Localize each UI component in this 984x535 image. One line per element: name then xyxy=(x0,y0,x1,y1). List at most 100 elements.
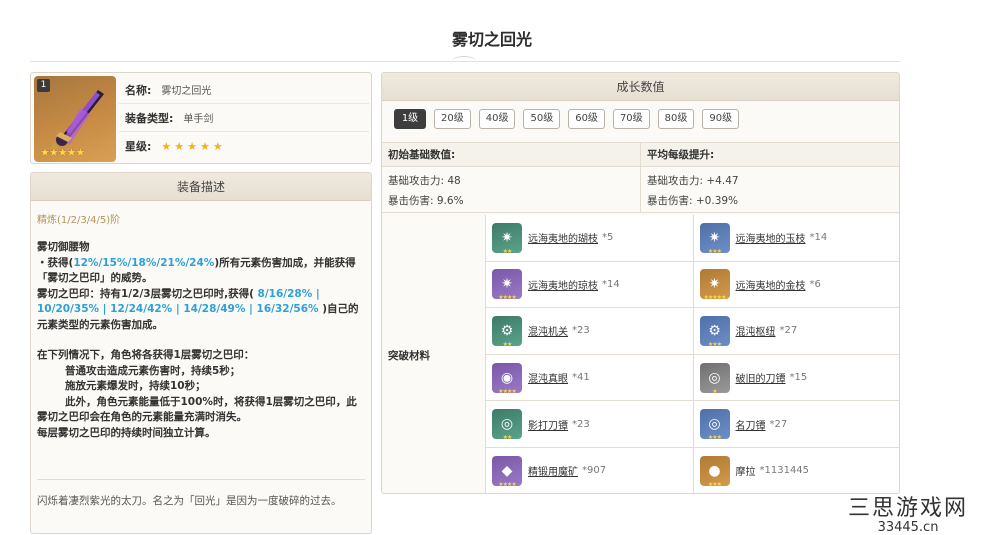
level-tab-40[interactable]: 40级 xyxy=(478,109,516,129)
passive-line-1: ・获得(12%/15%/18%/21%/24%)所有元素伤害加成，并能获得「雾切… xyxy=(37,256,365,287)
jeweled-branch-icon: ✷ ★★★★ xyxy=(492,269,522,301)
material-count: *15 xyxy=(789,372,808,384)
material-item[interactable]: ✷ ★★ 远海夷地的瑚枝 *5 xyxy=(486,215,694,262)
level-tab-50[interactable]: 50级 xyxy=(523,109,561,129)
material-name: 摩拉 xyxy=(735,467,756,479)
material-item[interactable]: ◎ ★ 破旧的刀镡 *15 xyxy=(693,354,899,402)
line1-highlight: 12%/15%/18%/21%/24% xyxy=(73,256,215,269)
golden-branch-icon: ✷ ★★★★★ xyxy=(699,269,730,301)
level-tab-70[interactable]: 70级 xyxy=(612,109,650,129)
passive-description: 雾切御腰物 ・获得(12%/15%/18%/21%/24%)所有元素伤害加成，并… xyxy=(31,226,371,441)
material-name[interactable]: 破旧的刀镡 xyxy=(736,370,786,385)
watermark-name: 三思游戏网 xyxy=(847,496,968,521)
sword-icon xyxy=(50,90,104,150)
material-count: *5 xyxy=(602,232,614,244)
passive-name: 雾切御腰物 xyxy=(37,241,90,253)
material-name[interactable]: 混沌机关 xyxy=(528,323,568,338)
weapon-rarity-stars: ★★★★★ xyxy=(40,146,85,159)
material-name[interactable]: 混沌真眼 xyxy=(528,370,568,385)
level-tab-1[interactable]: 1级 xyxy=(394,109,426,129)
name-value: 雾切之回光 xyxy=(161,86,212,97)
ascension-materials: 突破材料 ✷ ★★ 远海夷地的瑚枝 *5 ✷ ★★★ 远海夷地的玉枝 *14 ✷ ★★★★ 远海… xyxy=(382,215,899,493)
level-tab-90[interactable]: 90级 xyxy=(702,109,740,129)
lore-divider xyxy=(37,479,365,480)
lore-text: 闪烁着凄烈紫光的太刀。名之为「回光」是因为一度破碎的过去。 xyxy=(37,495,342,507)
base-stats-heading: 初始基础数值: xyxy=(382,143,641,166)
material-name[interactable]: 混沌枢纽 xyxy=(736,323,776,338)
watermark: 三思游戏网 33445.cn xyxy=(838,490,978,535)
level-tabs: 1级 20级 40级 50级 60级 70级 80级 90级 xyxy=(382,101,899,143)
material-name[interactable]: 名刀镡 xyxy=(736,417,766,432)
famed-handguard-icon: ◎ ★★★ xyxy=(699,409,730,441)
name-row: 名称: 雾切之回光 xyxy=(119,76,369,104)
material-name[interactable]: 影打刀镡 xyxy=(528,417,568,432)
material-count: *14 xyxy=(602,278,620,290)
line1-prefix: ・获得( xyxy=(37,256,74,269)
material-name[interactable]: 精锻用魔矿 xyxy=(528,463,578,478)
page-title: 雾切之回光 xyxy=(451,30,532,49)
material-count: *1131445 xyxy=(759,465,810,477)
description-header: 装备描述 xyxy=(31,173,371,201)
growth-panel: 成长数值 1级 20级 40级 50级 60级 70级 80级 90级 初始基础… xyxy=(381,72,900,494)
material-name[interactable]: 远海夷地的玉枝 xyxy=(736,230,806,245)
jade-branch-icon: ✷ ★★★ xyxy=(699,222,730,255)
level-tab-80[interactable]: 80级 xyxy=(657,109,695,129)
material-count: *27 xyxy=(779,325,798,337)
name-key: 名称: xyxy=(125,83,152,97)
rarity-key: 星级: xyxy=(125,140,152,153)
materials-grid: ✷ ★★ 远海夷地的瑚枝 *5 ✷ ★★★ 远海夷地的玉枝 *14 ✷ ★★★★ 远海夷地的琼枝… xyxy=(486,215,899,493)
description-panel: 装备描述 精炼(1/2/3/4/5)阶 雾切御腰物 ・获得(12%/15%/18… xyxy=(30,172,372,534)
avg-atk: 基础攻击力: +4.47 xyxy=(647,175,739,187)
chaos-core-icon: ◉ ★★★★ xyxy=(492,362,522,395)
material-item[interactable]: ✷ ★★★★ 远海夷地的琼枝 *14 xyxy=(486,261,694,309)
material-item[interactable]: ⚙ ★★★ 混沌枢纽 *27 xyxy=(693,308,899,355)
title-ornament xyxy=(452,56,476,66)
material-item[interactable]: ✷ ★★★ 远海夷地的玉枝 *14 xyxy=(693,215,899,262)
base-stats: 基础攻击力: 48 暴击伤害: 9.6% xyxy=(382,167,641,212)
stat-values-row: 基础攻击力: 48 暴击伤害: 9.6% 基础攻击力: +4.47 暴击伤害: … xyxy=(382,167,899,213)
material-item[interactable]: ◆ ★★★★ 精锻用魔矿 *907 xyxy=(486,447,694,493)
weapon-image: 1 ★★★★★ xyxy=(34,76,116,162)
material-name[interactable]: 远海夷地的瑚枝 xyxy=(528,230,598,245)
passive-line-5: 施放元素爆发时，持续10秒； xyxy=(65,380,206,392)
avg-growth: 基础攻击力: +4.47 暴击伤害: +0.39% xyxy=(641,167,899,212)
passive-line-4: 普通攻击造成元素伤害时，持续5秒； xyxy=(65,364,241,377)
material-item[interactable]: ⚙ ★★ 混沌机关 *23 xyxy=(486,308,694,355)
kageuchi-handguard-icon: ◎ ★★ xyxy=(492,409,522,441)
avg-crit-dmg: 暴击伤害: +0.39% xyxy=(647,195,739,207)
passive-line-7: 每层雾切之巴印的持续时间独立计算。 xyxy=(37,426,216,439)
material-item[interactable]: ◎ ★★★ 名刀镡 *27 xyxy=(693,401,899,448)
rarity-row: 星级: ★★★★★ xyxy=(119,132,369,160)
material-item[interactable]: ● ★★★ 摩拉 *1131445 xyxy=(693,447,899,493)
passive-line-2: 雾切之巴印：持有1/2/3层雾切之巴印时,获得( 8/16/28% | 10/2… xyxy=(37,287,365,334)
line2-prefix: 雾切之巴印：持有1/2/3层雾切之巴印时,获得( xyxy=(37,287,258,300)
level-tab-20[interactable]: 20级 xyxy=(434,109,471,129)
watermark-url: 33445.cn xyxy=(877,520,939,535)
mora-coin-icon: ● ★★★ xyxy=(699,455,730,488)
type-value: 单手剑 xyxy=(183,114,214,125)
stat-header-row: 初始基础数值: 平均每级提升: xyxy=(382,143,899,167)
material-item[interactable]: ◎ ★★ 影打刀镡 *23 xyxy=(486,401,694,448)
coral-branch-icon: ✷ ★★ xyxy=(492,222,522,255)
growth-header: 成长数值 xyxy=(382,73,899,101)
material-count: *27 xyxy=(769,418,788,430)
material-item[interactable]: ◉ ★★★★ 混沌真眼 *41 xyxy=(486,354,694,402)
material-item[interactable]: ✷ ★★★★★ 远海夷地的金枝 *6 xyxy=(693,261,899,309)
level-tab-60[interactable]: 60级 xyxy=(568,109,605,129)
base-atk: 基础攻击力: 48 xyxy=(388,175,461,187)
type-key: 装备类型: xyxy=(125,111,174,125)
weapon-info-card: 1 ★★★★★ 名称: 雾切之回光 装备类型: 单手剑 星级: ★★★★★ xyxy=(30,72,372,164)
material-count: *23 xyxy=(572,418,590,430)
material-count: *6 xyxy=(809,278,821,290)
type-row: 装备类型: 单手剑 xyxy=(119,104,369,132)
old-handguard-icon: ◎ ★ xyxy=(699,362,730,395)
material-count: *14 xyxy=(809,232,828,244)
material-name[interactable]: 远海夷地的金枝 xyxy=(736,277,806,292)
material-count: *907 xyxy=(582,465,607,477)
rarity-stars: ★★★★★ xyxy=(161,139,226,153)
passive-line-3: 在下列情况下，角色将各获得1层雾切之巴印： xyxy=(37,349,255,361)
passive-line-6: 此外，角色元素能量低于100%时，将获得1层雾切之巴印，此雾切之巴印会在角色的元… xyxy=(37,395,357,424)
material-name[interactable]: 远海夷地的琼枝 xyxy=(528,277,598,292)
material-count: *41 xyxy=(572,372,590,384)
chaos-device-icon: ⚙ ★★ xyxy=(492,315,522,348)
